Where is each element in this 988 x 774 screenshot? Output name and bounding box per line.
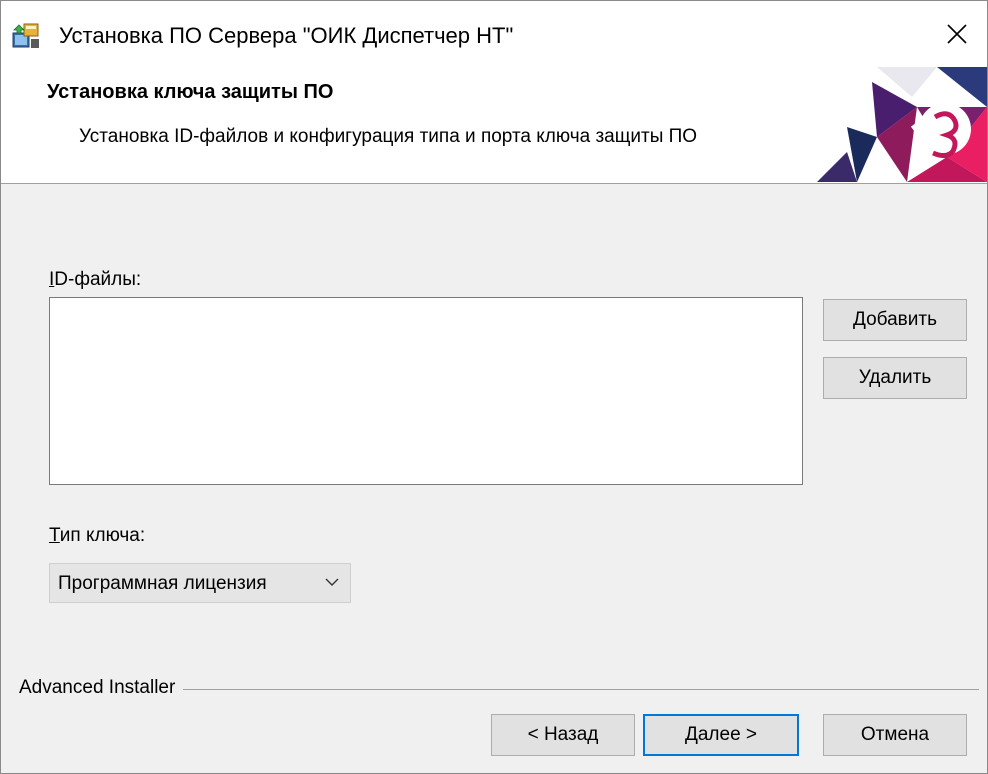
page-title: Установка ключа защиты ПО xyxy=(47,81,334,103)
key-type-label: Тип ключа: xyxy=(49,525,146,546)
cancel-button[interactable]: Отмена xyxy=(823,714,967,756)
close-button[interactable] xyxy=(927,1,987,67)
footer-brand: Advanced Installer xyxy=(19,677,184,699)
header-banner: Установка ключа защиты ПО Установка ID-ф… xyxy=(1,67,987,184)
banner-graphic xyxy=(817,67,987,182)
back-button[interactable]: < Назад xyxy=(491,714,635,756)
page-subtitle: Установка ID-файлов и конфигурация типа … xyxy=(79,126,698,147)
remove-button[interactable]: Удалить xyxy=(823,357,967,399)
title-bar: Установка ПО Сервера "ОИК Диспетчер НТ" xyxy=(1,1,987,67)
close-icon xyxy=(947,24,967,44)
installer-window: Установка ПО Сервера "ОИК Диспетчер НТ" … xyxy=(0,0,988,774)
next-button[interactable]: Далее > xyxy=(643,714,799,756)
add-button[interactable]: Добавить xyxy=(823,299,967,341)
installer-icon xyxy=(12,23,39,48)
id-files-label: ID-файлы: xyxy=(49,269,142,290)
key-type-value: Программная лицензия xyxy=(58,573,267,594)
window-title: Установка ПО Сервера "ОИК Диспетчер НТ" xyxy=(59,23,514,48)
key-type-select[interactable]: Программная лицензия xyxy=(49,563,351,603)
id-files-list[interactable] xyxy=(49,297,803,485)
chevron-down-icon xyxy=(325,578,339,586)
